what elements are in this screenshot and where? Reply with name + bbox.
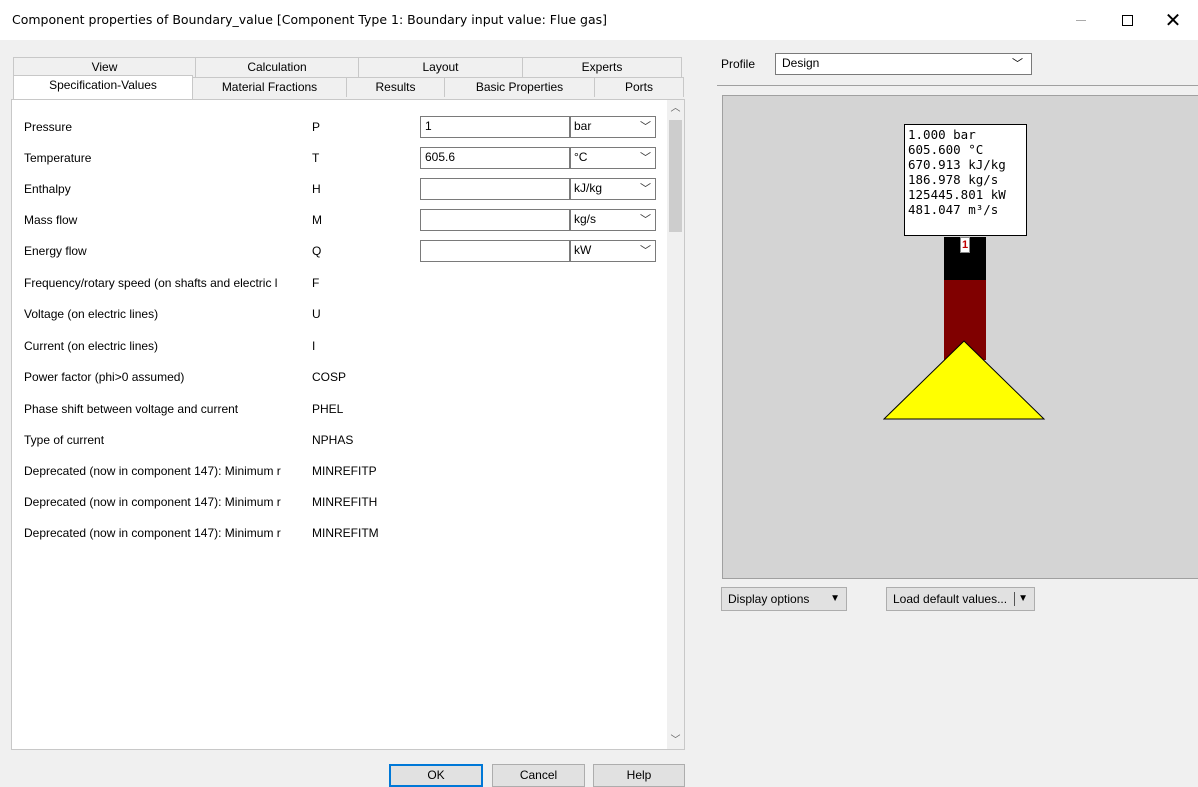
load-default-values-button[interactable]: Load default values... ▼ (886, 587, 1035, 611)
spec-label: Energy flow (24, 244, 87, 258)
spec-abbr: MINREFITH (312, 495, 378, 509)
mass-flow-unit-select[interactable]: kg/s ﹀ (570, 209, 656, 231)
info-line: 481.047 m³/s (908, 202, 999, 217)
spec-abbr: I (312, 339, 316, 353)
chevron-down-icon: ﹀ (1012, 58, 1023, 70)
vertical-scrollbar[interactable]: ︿ ﹀ (667, 100, 684, 749)
spec-label: Current (on electric lines) (24, 339, 159, 353)
title-bar: Component properties of Boundary_value [… (0, 0, 1198, 40)
scroll-thumb[interactable] (669, 120, 682, 232)
tab-view[interactable]: View (13, 57, 196, 77)
tab-strip: View Calculation Layout Experts Specific… (10, 55, 684, 101)
unit-value: kJ/kg (574, 181, 603, 195)
info-line: 605.600 °C (908, 142, 984, 157)
tab-specification-values[interactable]: Specification-Values (13, 75, 193, 99)
divider (717, 85, 1198, 86)
mass-flow-input[interactable] (420, 209, 570, 231)
port-marker[interactable]: 1 (960, 237, 970, 253)
chevron-down-icon: ﹀ (640, 152, 651, 164)
tab-experts[interactable]: Experts (522, 57, 682, 77)
spec-label: Type of current (24, 433, 105, 447)
energy-flow-input[interactable] (420, 240, 570, 262)
display-options-label: Display options (728, 592, 810, 606)
specification-panel: Pressure P 1 bar ﹀ Temperature T 605.6 °C… (11, 99, 685, 750)
tab-results[interactable]: Results (346, 77, 445, 97)
chevron-down-icon: ﹀ (640, 214, 651, 226)
spec-abbr: Q (312, 244, 322, 258)
scroll-down-icon[interactable]: ﹀ (667, 732, 684, 749)
ok-button[interactable]: OK (389, 764, 483, 787)
spec-abbr: T (312, 151, 320, 165)
caret-down-icon: ▼ (830, 593, 840, 604)
component-preview-canvas[interactable]: 1.000 bar 605.600 °C 670.913 kJ/kg 186.9… (722, 95, 1198, 579)
window-title: Component properties of Boundary_value [… (12, 12, 607, 27)
maximize-button[interactable] (1104, 0, 1150, 40)
unit-value: kg/s (574, 212, 597, 226)
spec-label: Pressure (24, 120, 73, 134)
spec-label: Enthalpy (24, 182, 71, 196)
spec-label: Voltage (on electric lines) (24, 307, 159, 321)
pressure-input[interactable]: 1 (420, 116, 570, 138)
tab-ports[interactable]: Ports (594, 77, 684, 97)
display-options-button[interactable]: Display options ▼ (721, 587, 847, 611)
profile-value: Design (782, 56, 820, 70)
spec-abbr: P (312, 120, 321, 134)
profile-select[interactable]: Design ﹀ (775, 53, 1032, 75)
spec-label: Deprecated (now in component 147): Minim… (24, 495, 281, 509)
close-button[interactable]: ✕ (1150, 0, 1196, 40)
help-button[interactable]: Help (593, 764, 685, 787)
chevron-down-icon: ﹀ (640, 183, 651, 195)
enthalpy-input[interactable] (420, 178, 570, 200)
spec-abbr: F (312, 276, 320, 290)
spec-label: Temperature (24, 151, 92, 165)
info-line: 1.000 bar (908, 127, 976, 142)
unit-value: bar (574, 119, 592, 133)
state-info-box: 1.000 bar 605.600 °C 670.913 kJ/kg 186.9… (904, 124, 1027, 236)
spec-label: Frequency/rotary speed (on shafts and el… (24, 276, 278, 290)
enthalpy-unit-select[interactable]: kJ/kg ﹀ (570, 178, 656, 200)
spec-abbr: M (312, 213, 322, 227)
info-line: 670.913 kJ/kg (908, 157, 1006, 172)
spec-abbr: PHEL (312, 402, 344, 416)
minimize-icon (1076, 19, 1086, 21)
boundary-triangle-icon[interactable] (883, 339, 1046, 421)
scroll-up-icon[interactable]: ︿ (667, 100, 684, 117)
spec-label: Deprecated (now in component 147): Minim… (24, 464, 281, 478)
spec-abbr: H (312, 182, 321, 196)
info-line: 186.978 kg/s (908, 172, 999, 187)
spec-abbr: U (312, 307, 321, 321)
spec-label: Mass flow (24, 213, 78, 227)
cancel-button[interactable]: Cancel (492, 764, 585, 787)
tab-basic-properties[interactable]: Basic Properties (444, 77, 595, 97)
minimize-button[interactable] (1058, 0, 1104, 40)
info-line: 125445.801 kW (908, 187, 1006, 202)
energy-flow-unit-select[interactable]: kW ﹀ (570, 240, 656, 262)
profile-label: Profile (721, 57, 756, 71)
chevron-down-icon: ﹀ (640, 121, 651, 133)
chevron-down-icon: ﹀ (640, 245, 651, 257)
tab-calculation[interactable]: Calculation (195, 57, 359, 77)
temperature-input[interactable]: 605.6 (420, 147, 570, 169)
close-icon: ✕ (1164, 9, 1182, 32)
tab-material-fractions[interactable]: Material Fractions (192, 77, 347, 97)
spec-abbr: COSP (312, 370, 347, 384)
spec-label: Phase shift between voltage and current (24, 402, 239, 416)
temperature-unit-select[interactable]: °C ﹀ (570, 147, 656, 169)
spec-abbr: MINREFITM (312, 526, 379, 540)
tab-row-front: Specification-Values Material Fractions … (13, 75, 684, 99)
pressure-unit-select[interactable]: bar ﹀ (570, 116, 656, 138)
spec-abbr: MINREFITP (312, 464, 377, 478)
caret-down-icon[interactable]: ▼ (1018, 588, 1028, 610)
spec-label: Power factor (phi>0 assumed) (24, 370, 185, 384)
tab-row-back: View Calculation Layout Experts (13, 57, 682, 77)
tab-layout[interactable]: Layout (358, 57, 523, 77)
split-divider (1014, 592, 1015, 606)
maximize-icon (1121, 14, 1133, 26)
unit-value: °C (574, 150, 588, 164)
spec-label: Deprecated (now in component 147): Minim… (24, 526, 281, 540)
unit-value: kW (574, 243, 592, 257)
load-default-values-label: Load default values... (893, 592, 1008, 606)
spec-abbr: NPHAS (312, 433, 354, 447)
